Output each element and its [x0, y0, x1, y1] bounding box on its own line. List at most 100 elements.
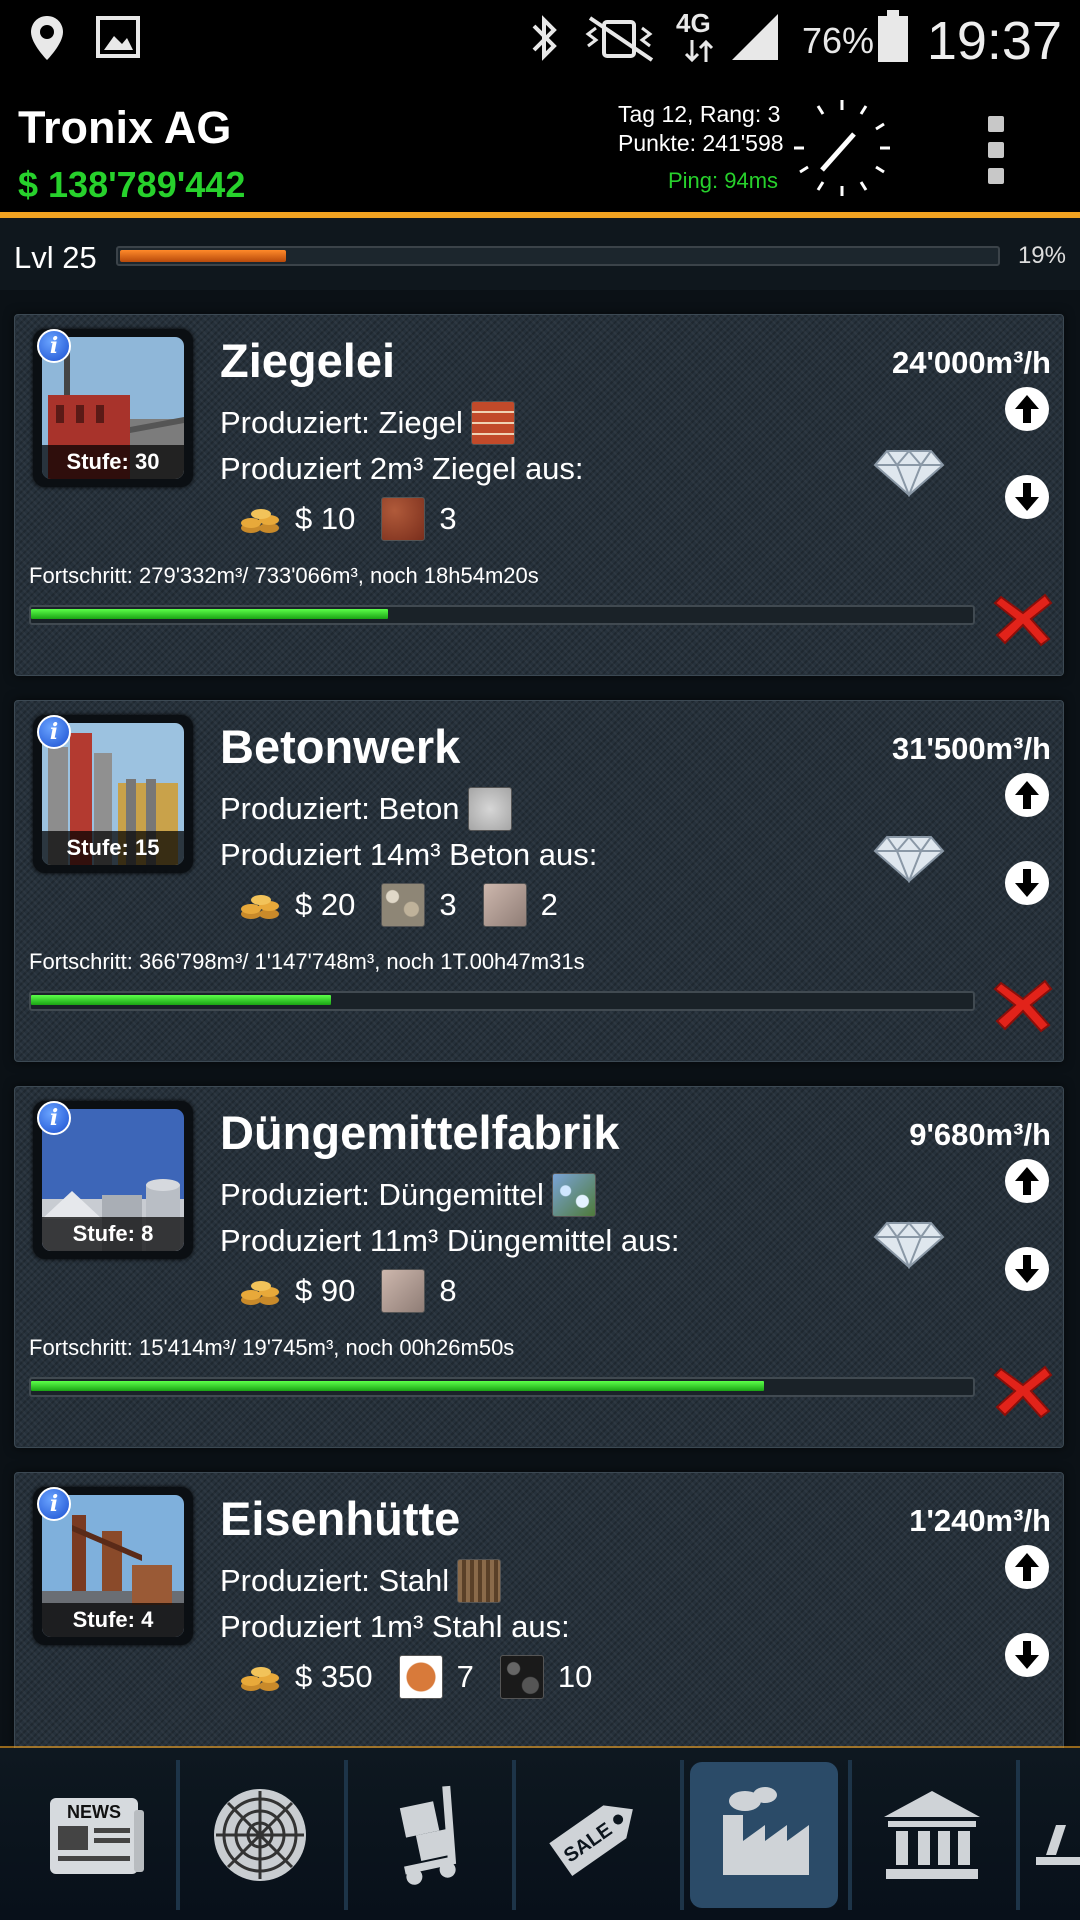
info-icon[interactable]: i: [37, 715, 71, 749]
coins-icon: [241, 895, 279, 919]
production-progress-fill: [31, 609, 388, 619]
factory-name: Betonwerk: [220, 720, 461, 773]
input-list: $ 20 3 2: [239, 879, 584, 931]
downgrade-arrow-down-button[interactable]: [1005, 1633, 1049, 1677]
cancel-production-button[interactable]: [993, 1363, 1053, 1419]
coins-icon: [241, 1281, 279, 1305]
nav-bank[interactable]: [858, 1762, 1006, 1908]
factory-name: Düngemittelfabrik: [220, 1106, 620, 1159]
downgrade-arrow-down-button[interactable]: [1005, 1247, 1049, 1291]
input-list: $ 90 8: [239, 1265, 483, 1317]
input-qty: 3: [439, 501, 457, 536]
factory-level: Stufe: 15: [42, 831, 184, 865]
arrow-down-icon: [1015, 483, 1039, 511]
input-qty: 7: [456, 1659, 474, 1694]
cancel-production-button[interactable]: [993, 591, 1053, 647]
factory-list[interactable]: Stufe: 30 i Ziegelei 24'000m³/h Produzie…: [0, 298, 1080, 1748]
input-qty: 3: [439, 887, 457, 922]
production-rate: 1'240m³/h: [909, 1503, 1051, 1538]
coal-icon: [499, 1655, 544, 1699]
cost-value: $ 350: [295, 1659, 373, 1694]
gravel-icon: [381, 883, 426, 927]
downgrade-arrow-down-button[interactable]: [1005, 475, 1049, 519]
nav-radar[interactable]: [186, 1762, 334, 1908]
iron-ore-icon: [398, 1655, 443, 1699]
game-header: Tronix AG $ 138'789'442 Tag 12, Rang: 3 …: [0, 80, 1080, 212]
factory-level: Stufe: 4: [42, 1603, 184, 1637]
upgrade-arrow-up-button[interactable]: [1005, 1159, 1049, 1203]
production-rate: 9'680m³/h: [909, 1117, 1051, 1152]
produces-line: Produziert: Ziegel: [220, 401, 515, 445]
day-rank: Tag 12, Rang: 3: [618, 101, 781, 127]
network-type: 4G: [676, 8, 711, 38]
input-qty: 2: [540, 887, 558, 922]
upgrade-arrow-up-button[interactable]: [1005, 387, 1049, 431]
points: Punkte: 241'598: [618, 130, 784, 156]
company-money: $ 138'789'442: [18, 164, 246, 205]
arrow-up-icon: [1015, 1553, 1039, 1581]
info-icon[interactable]: i: [37, 1487, 71, 1521]
day-clock-icon: [794, 100, 890, 196]
produces-line: Produziert: Stahl: [220, 1559, 502, 1603]
arrow-down-icon: [1015, 1255, 1039, 1283]
sale-tag-icon: SALE: [549, 1805, 633, 1877]
produces-label: Produziert: Stahl: [220, 1563, 450, 1598]
produces-line: Produziert: Düngemittel: [220, 1173, 596, 1217]
diamond-icon[interactable]: [873, 447, 945, 497]
diamond-icon[interactable]: [873, 833, 945, 883]
news-icon-label: NEWS: [67, 1802, 121, 1822]
factory-level: Stufe: 8: [42, 1217, 184, 1251]
production-rate: 31'500m³/h: [891, 731, 1051, 766]
coins-icon: [241, 1667, 279, 1691]
downgrade-arrow-down-button[interactable]: [1005, 861, 1049, 905]
cost-value: $ 10: [295, 501, 356, 536]
nav-news[interactable]: NEWS: [22, 1762, 170, 1908]
steel-icon: [457, 1559, 502, 1603]
input-qty: 8: [439, 1273, 457, 1308]
produces-line: Produziert: Beton: [220, 787, 512, 831]
cancel-production-button[interactable]: [993, 977, 1053, 1033]
level-percent: 19%: [1017, 242, 1066, 269]
factory-card: Stufe: 4 i Eisenhütte 1'240m³/h Produzie…: [14, 1472, 1064, 1748]
progress-text: Fortschritt: 366'798m³/ 1'147'748m³, noc…: [29, 949, 585, 974]
overflow-menu-button[interactable]: [988, 116, 1006, 194]
nav-sale[interactable]: SALE: [522, 1762, 670, 1908]
nav-logistics[interactable]: [354, 1762, 502, 1908]
factory-card: Stufe: 30 i Ziegelei 24'000m³/h Produzie…: [14, 314, 1064, 676]
arrow-down-icon: [1015, 869, 1039, 897]
info-icon[interactable]: i: [37, 329, 71, 363]
nav-factory[interactable]: [690, 1762, 838, 1908]
input-list: $ 10 3: [239, 493, 483, 545]
production-rate: 24'000m³/h: [891, 345, 1051, 380]
info-icon[interactable]: i: [37, 1101, 71, 1135]
level-label: Lvl 25: [14, 240, 97, 275]
upgrade-arrow-up-button[interactable]: [1005, 773, 1049, 817]
sand-icon: [482, 883, 527, 927]
arrow-up-icon: [1015, 395, 1039, 423]
produces-label: Produziert: Beton: [220, 791, 460, 826]
input-qty: 10: [557, 1659, 593, 1694]
radar-icon: [214, 1789, 306, 1881]
upgrade-arrow-up-button[interactable]: [1005, 1545, 1049, 1589]
data-arrows-icon: [684, 39, 714, 63]
factory-icon: [723, 1787, 809, 1875]
diamond-icon[interactable]: [873, 1219, 945, 1269]
battery-percent: 76%: [802, 20, 875, 61]
news-icon: NEWS: [50, 1798, 144, 1874]
arrow-up-icon: [1015, 781, 1039, 809]
factory-card: Stufe: 8 i Düngemittelfabrik 9'680m³/h P…: [14, 1086, 1064, 1448]
cost-value: $ 90: [295, 1273, 356, 1308]
bottom-navigation: NEWS SALE: [0, 1748, 1080, 1920]
signal-icon: [732, 14, 778, 60]
battery-icon: [878, 10, 908, 62]
trolley-icon: [399, 1785, 457, 1885]
produces-label: Produziert: Düngemittel: [220, 1177, 544, 1212]
produces-label: Produziert: Ziegel: [220, 405, 463, 440]
company-name: Tronix AG: [18, 102, 232, 153]
nav-more[interactable]: [1026, 1762, 1080, 1908]
more-icon: [1036, 1825, 1080, 1865]
factory-level: Stufe: 30: [42, 445, 184, 479]
progress-text: Fortschritt: 15'414m³/ 19'745m³, noch 00…: [29, 1335, 515, 1360]
clay-icon: [381, 497, 426, 541]
gallery-icon: [96, 16, 140, 58]
